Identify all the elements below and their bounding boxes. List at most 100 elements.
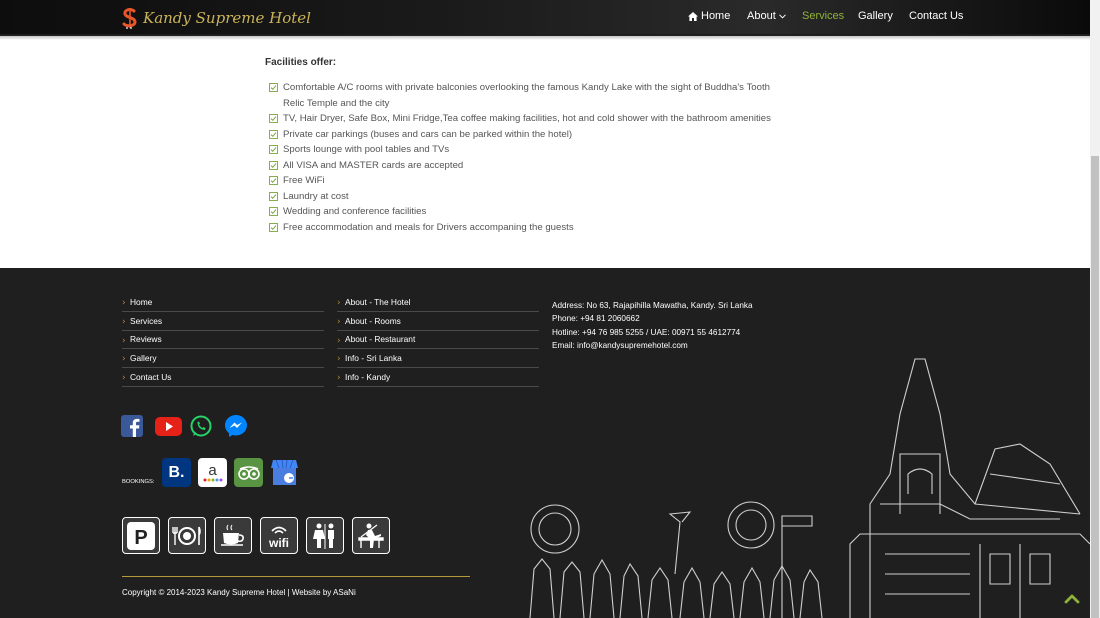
- bookings-label: BOOKINGS:: [122, 479, 155, 485]
- facebook-icon[interactable]: [121, 415, 143, 437]
- footer-link-about-rooms[interactable]: › About - Rooms: [337, 312, 539, 331]
- youtube-icon[interactable]: [155, 416, 182, 436]
- list-item: Free accommodation and meals for Drivers…: [269, 220, 829, 236]
- checkbox-check-icon: [269, 222, 278, 232]
- footer-link-reviews[interactable]: › Reviews: [122, 331, 324, 350]
- nav-services-label: Services: [802, 10, 845, 22]
- checkbox-check-icon: [269, 160, 278, 170]
- chevron-right-icon: ›: [337, 354, 341, 365]
- wifi-icon: wifi: [260, 517, 298, 554]
- google-store-icon: [271, 459, 298, 485]
- services-content: Facilities offer: Comfortable A/C rooms …: [0, 36, 1090, 268]
- footer-link-services[interactable]: › Services: [122, 312, 324, 331]
- site-footer: › Home › Services › Reviews › Gallery › Conta…: [0, 268, 1090, 618]
- list-item: Wedding and conference facilities: [269, 204, 829, 220]
- facilities-title: Facilities offer:: [265, 57, 337, 68]
- nav-about-label: About: [747, 10, 776, 22]
- messenger-icon[interactable]: [224, 414, 248, 438]
- booking-links: B. a: [162, 458, 306, 487]
- facility-text: Relic Temple and the city: [283, 97, 390, 109]
- logo-mark-icon: [122, 8, 137, 29]
- google-business-icon[interactable]: [270, 458, 299, 487]
- pool-table-icon: [358, 523, 384, 548]
- site-header: Kandy Supreme Hotel Home About Services …: [0, 0, 1090, 40]
- checkbox-check-icon: [269, 191, 278, 201]
- booking-com-icon[interactable]: B.: [162, 458, 191, 487]
- nav-home[interactable]: Home: [688, 10, 730, 22]
- footer-link-about-restaurant[interactable]: › About - Restaurant: [337, 331, 539, 350]
- chevron-right-icon: ›: [122, 298, 126, 308]
- list-item: Sports lounge with pool tables and TVs: [269, 142, 829, 158]
- home-icon: [688, 11, 698, 21]
- footer-link-contact[interactable]: › Contact Us: [122, 368, 324, 387]
- wifi-sign: wifi: [268, 526, 289, 549]
- nav-contact-label: Contact Us: [909, 10, 964, 22]
- checkbox-check-icon: [269, 145, 278, 154]
- facilities-list: Comfortable A/C rooms with private balco…: [269, 80, 829, 235]
- nav-home-label: Home: [701, 10, 731, 22]
- chevron-right-icon: ›: [122, 354, 126, 365]
- chevron-right-icon: ›: [337, 316, 341, 327]
- scrollbar-thumb[interactable]: [1091, 156, 1099, 618]
- facility-text: Comfortable A/C rooms with private balco…: [283, 82, 770, 93]
- whatsapp-icon[interactable]: [190, 415, 212, 437]
- brand-logo[interactable]: Kandy Supreme Hotel: [121, 6, 311, 30]
- copyright-divider: [122, 576, 470, 577]
- chevron-right-icon: ›: [122, 373, 126, 384]
- list-item: Free WiFi: [269, 173, 829, 189]
- chevron-right-icon: ›: [337, 335, 341, 346]
- agoda-logo-letter: a: [208, 461, 217, 479]
- footer-link-info-kandy[interactable]: › Info - Kandy: [337, 368, 539, 387]
- coffee-icon: [214, 517, 252, 554]
- page-scrollbar[interactable]: [1090, 0, 1100, 618]
- footer-link-gallery[interactable]: › Gallery: [122, 349, 324, 369]
- facility-text: Wedding and conference facilities: [283, 206, 427, 217]
- chevron-right-icon: ›: [337, 373, 341, 384]
- parking-letter: P: [134, 527, 147, 549]
- facility-text: Free accommodation and meals for Drivers…: [283, 221, 574, 233]
- owl-icon: [237, 465, 260, 480]
- list-item: Comfortable A/C rooms with private balco…: [269, 80, 829, 96]
- nav-about[interactable]: About: [747, 10, 786, 22]
- agoda-dots-icon: [203, 478, 222, 481]
- copyright-text: Copyright © 2014-2023 Kandy Supreme Hote…: [122, 588, 356, 597]
- lounge-icon: [352, 517, 390, 554]
- list-item: Relic Temple and the city: [269, 96, 829, 112]
- back-to-top-icon[interactable]: [1063, 590, 1081, 608]
- facility-text: Free WiFi: [283, 175, 325, 186]
- checkbox-check-icon: [269, 83, 278, 92]
- facility-text: All VISA and MASTER cards are accepted: [283, 159, 464, 171]
- footer-link-info-srilanka[interactable]: › Info - Sri Lanka: [337, 349, 539, 369]
- facility-text: Sports lounge with pool tables and TVs: [283, 144, 450, 155]
- tripadvisor-icon[interactable]: [234, 458, 263, 487]
- amenity-icons: P wifi: [122, 517, 398, 554]
- cup-icon: [221, 524, 244, 546]
- footer-links-main: › Home › Services › Reviews › Gallery › Conta…: [122, 293, 324, 387]
- contact-phone[interactable]: Phone: +94 81 2060662: [552, 312, 753, 325]
- contact-email[interactable]: Email: info@kandysupremehotel.com: [552, 339, 753, 352]
- list-item: Laundry at cost: [269, 189, 829, 205]
- restroom-icon: [306, 517, 344, 554]
- brand-name: Kandy Supreme Hotel: [143, 9, 311, 27]
- footer-links-info: › About - The Hotel › About - Rooms › About…: [337, 293, 539, 387]
- chevron-right-icon: ›: [122, 335, 126, 346]
- list-item: TV, Hair Dryer, Safe Box, Mini Fridge,Te…: [269, 111, 829, 127]
- agoda-icon[interactable]: a: [198, 458, 227, 487]
- man-woman-icon: [313, 523, 334, 549]
- list-item: All VISA and MASTER cards are accepted: [269, 158, 829, 174]
- restaurant-icon: [168, 517, 206, 554]
- contact-info: Address: No 63, Rajapihilla Mawatha, Kan…: [552, 299, 753, 353]
- contact-hotline[interactable]: Hotline: +94 76 985 5255 / UAE: 00971 55…: [552, 326, 753, 339]
- list-item: Private car parkings (buses and cars can…: [269, 127, 829, 143]
- parking-icon: P: [122, 517, 160, 554]
- footer-link-home[interactable]: › Home: [122, 293, 324, 312]
- nav-contact[interactable]: Contact Us: [909, 10, 963, 22]
- nav-services[interactable]: Services: [802, 10, 844, 22]
- chevron-down-icon: [778, 13, 786, 19]
- facility-text: Private car parkings (buses and cars can…: [283, 128, 573, 140]
- nav-gallery-label: Gallery: [858, 10, 893, 22]
- booking-com-logo-letter: B.: [168, 463, 185, 481]
- parking-sign: P: [127, 521, 155, 550]
- nav-gallery[interactable]: Gallery: [858, 10, 893, 22]
- footer-link-about-hotel[interactable]: › About - The Hotel: [337, 293, 539, 312]
